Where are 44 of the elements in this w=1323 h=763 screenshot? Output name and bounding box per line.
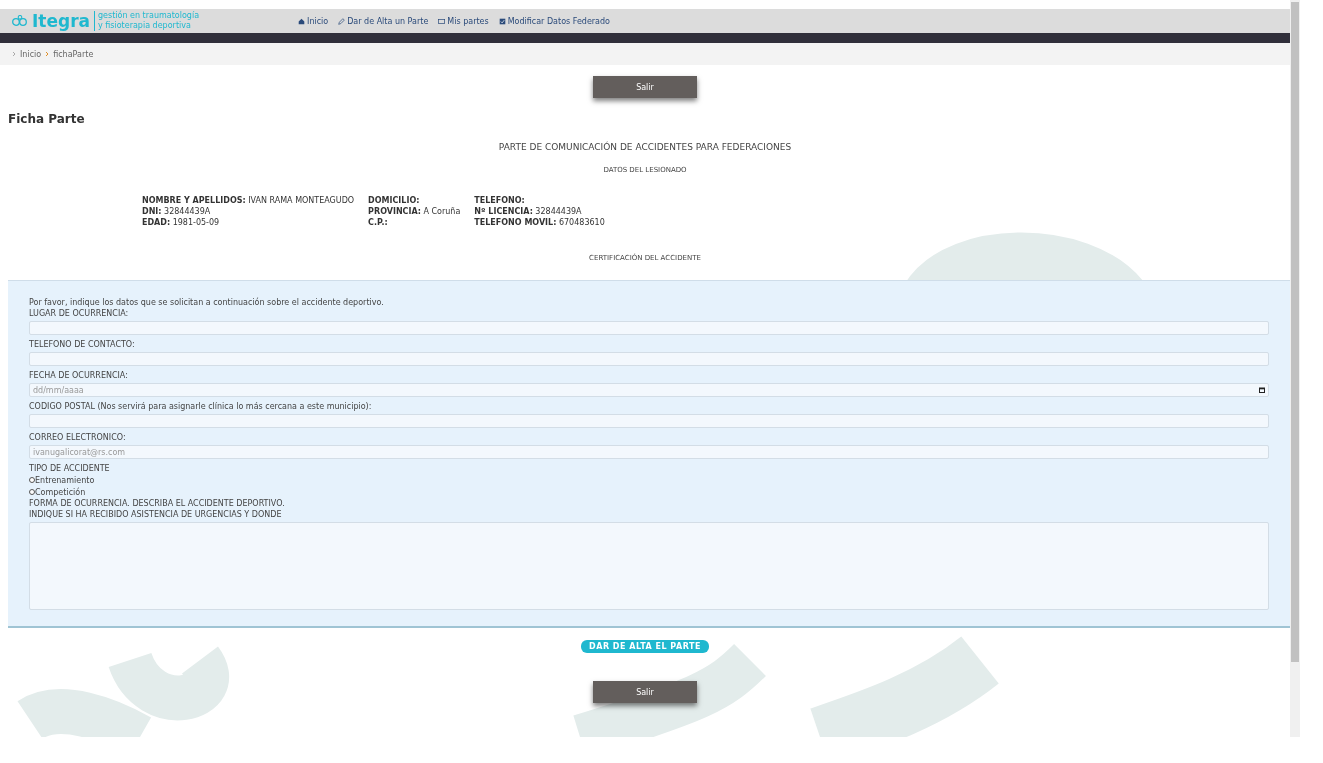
logo-text: Itegra xyxy=(32,11,90,31)
breadcrumb-link[interactable]: Inicio xyxy=(20,49,42,59)
page-title: Ficha Parte xyxy=(8,112,86,126)
form-title: PARTE DE COMUNICACIÓN DE ACCIDENTES PARA FEDERACIONES xyxy=(497,142,793,152)
nav-link[interactable]: Inicio xyxy=(298,16,329,26)
field-label: TIPO DE ACCIDENTE xyxy=(29,463,111,474)
field-label: LUGAR DE OCURRENCIA: xyxy=(29,308,130,319)
tagline: gestión en traumatología y fisioterapia deportiva xyxy=(94,11,218,31)
nav-link[interactable]: Modificar Datos Federado xyxy=(498,16,610,26)
exit-button[interactable]: Salir xyxy=(593,76,697,98)
info-text: TELEFONO MOVIL: 670483610 xyxy=(474,218,605,228)
pencil-icon xyxy=(338,17,346,25)
info-text: DOMICILIO: xyxy=(368,196,421,206)
breadcrumb-current: fichaParte xyxy=(53,49,94,59)
text-area[interactable] xyxy=(29,522,1269,610)
input-field[interactable] xyxy=(29,321,1269,335)
radio-option[interactable]: Entrenamiento xyxy=(29,474,1269,486)
info-text: PROVINCIA: A Coruña xyxy=(368,207,461,217)
chevron-icon xyxy=(45,51,50,57)
checkbox-icon xyxy=(498,17,506,25)
field-label: CORREO ELECTRONICO: xyxy=(29,432,127,443)
info-text: C.P.: xyxy=(368,218,389,228)
intro-text: Por favor, indique los datos que se solicitan a continuación sobre el accidente deportivo. xyxy=(29,297,385,308)
info-text: EDAD: 1981-05-09 xyxy=(142,218,221,228)
card-icon xyxy=(438,17,446,25)
home-icon xyxy=(298,17,305,25)
input-field[interactable] xyxy=(29,352,1269,366)
field-label: TELEFONO DE CONTACTO: xyxy=(29,339,136,350)
field-label: FORMA DE OCURRENCIA. DESCRIBA EL ACCIDENTE DEPORTIVO. xyxy=(29,498,286,509)
calendar-icon xyxy=(1259,387,1265,393)
chevron-icon xyxy=(12,51,16,57)
info-text: Nº LICENCIA: 32844439A xyxy=(474,207,583,217)
info-text: DNI: 32844439A xyxy=(142,207,212,217)
input-field[interactable] xyxy=(29,414,1269,428)
field-label: FECHA DE OCURRENCIA: xyxy=(29,370,129,381)
nav-link[interactable]: Mis partes xyxy=(438,16,489,26)
info-text: NOMBRE Y APELLIDOS: IVAN RAMA MONTEAGUDO xyxy=(142,196,355,206)
logo-icon xyxy=(12,15,29,27)
radio-option[interactable]: Competición xyxy=(29,486,1269,498)
field-label: INDIQUE SI HA RECIBIDO ASISTENCIA DE URGENCIAS Y DONDE xyxy=(29,509,283,520)
nav-link[interactable]: Dar de Alta un Parte xyxy=(338,16,429,26)
exit-button[interactable]: Salir xyxy=(593,681,697,703)
info-text: TELEFONO: xyxy=(474,196,526,206)
field-label: CODIGO POSTAL (Nos servirá para asignarle clínica lo más cercana a este municipio): xyxy=(29,401,373,412)
